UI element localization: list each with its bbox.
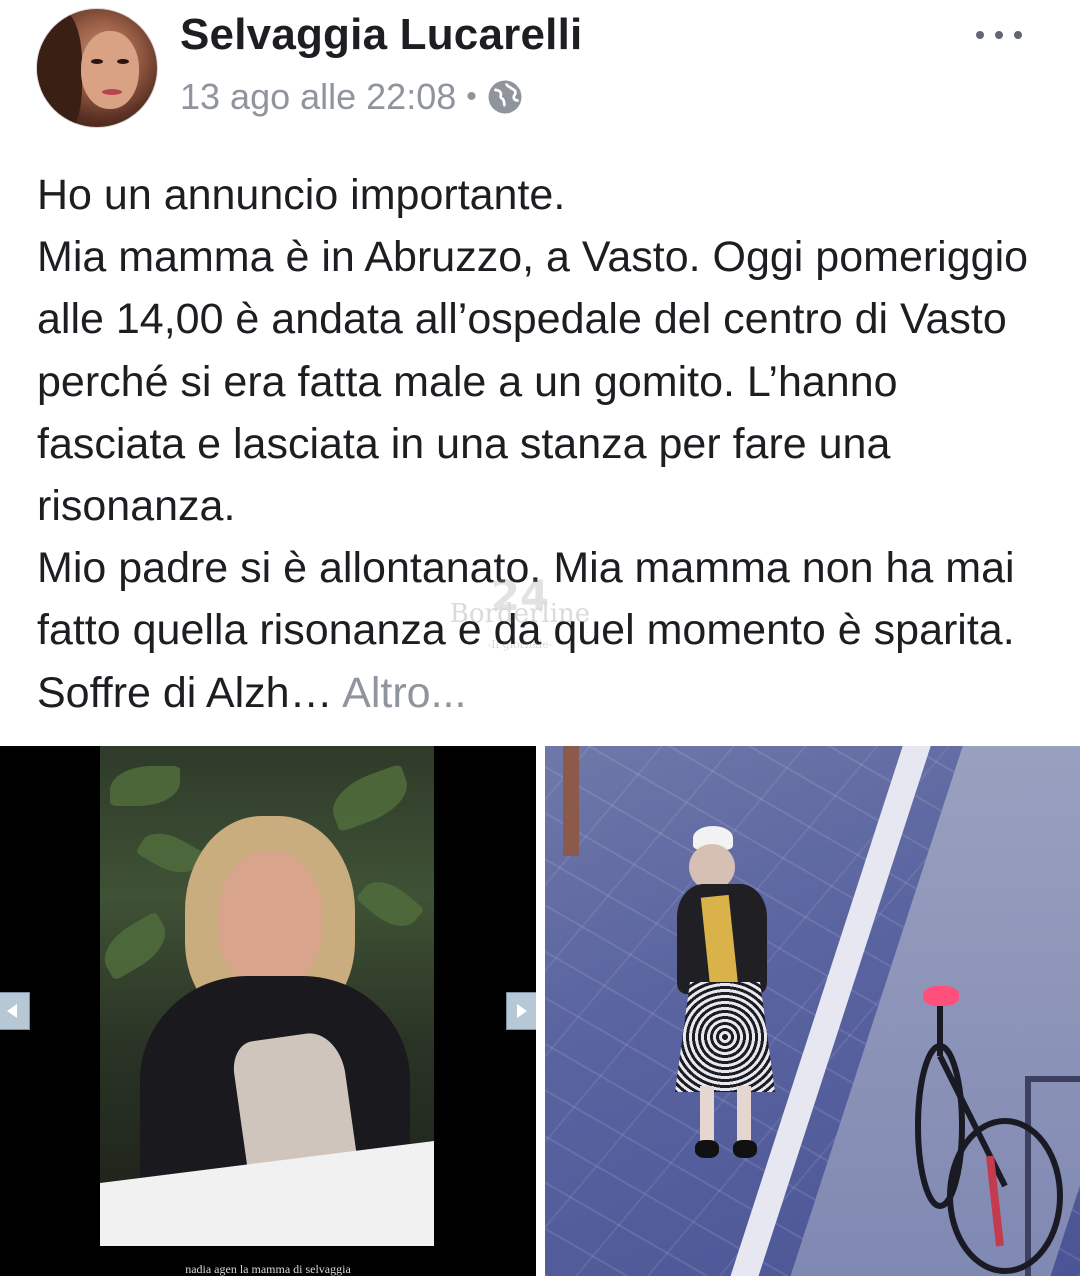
- post-paragraph: Mio padre si è allontanato. Mia mamma no…: [37, 537, 1057, 724]
- author-name[interactable]: Selvaggia Lucarelli: [180, 10, 582, 60]
- globe-icon[interactable]: [487, 79, 523, 115]
- post-meta: 13 ago alle 22:08 •: [180, 76, 523, 118]
- photo-caption: nadia agen la mamma di selvaggia: [185, 1262, 351, 1276]
- photo-mother-portrait[interactable]: nadia agen la mamma di selvaggia: [0, 746, 536, 1276]
- meta-separator: •: [466, 80, 477, 113]
- photo-cctv-street[interactable]: [545, 746, 1080, 1276]
- see-more-link[interactable]: Altro...: [342, 669, 466, 717]
- bicycle-image: [915, 1006, 1063, 1274]
- post-paragraph: Mia mamma è in Abruzzo, a Vasto. Oggi po…: [37, 233, 1029, 531]
- gallery-next-arrow-icon[interactable]: [506, 992, 536, 1030]
- post-timestamp[interactable]: 13 ago alle 22:08: [180, 76, 456, 118]
- more-options-icon[interactable]: [976, 30, 1022, 40]
- gallery-prev-arrow-icon[interactable]: [0, 992, 30, 1030]
- author-avatar[interactable]: [36, 8, 158, 128]
- post-paragraph-text: Mio padre si è allontanato. Mia mamma no…: [37, 544, 1015, 717]
- portrait-image: [100, 746, 434, 1246]
- post-text: Ho un annuncio importante. Mia mamma è i…: [37, 164, 1057, 724]
- post-paragraph: Ho un annuncio importante.: [37, 171, 566, 219]
